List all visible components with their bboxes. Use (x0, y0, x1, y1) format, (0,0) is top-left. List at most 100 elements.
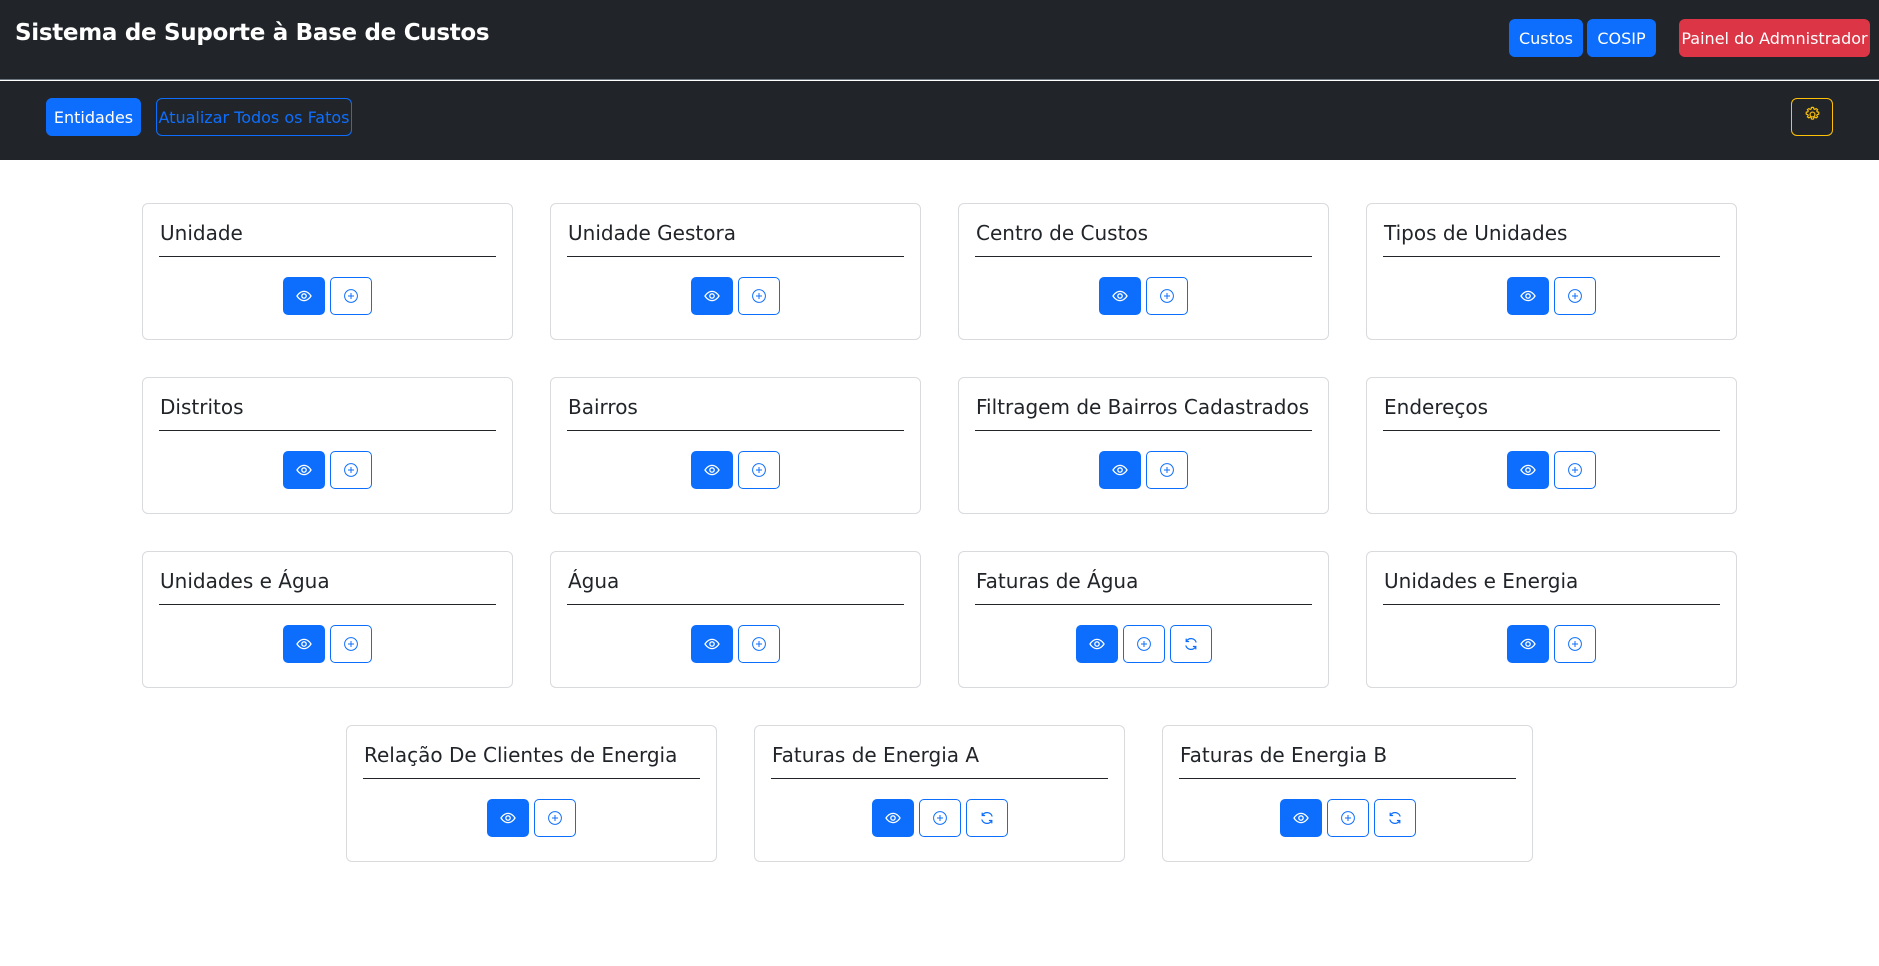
view-button[interactable] (283, 277, 325, 315)
view-icon (1520, 636, 1536, 652)
card-actions (1163, 799, 1532, 837)
view-button[interactable] (691, 451, 733, 489)
entity-card: Relação De Clientes de Energia (346, 725, 717, 862)
entidades-button[interactable]: Entidades (46, 98, 141, 136)
view-button[interactable] (1075, 625, 1118, 663)
add-button[interactable] (738, 625, 780, 663)
view-button[interactable] (1279, 799, 1322, 837)
sync-button[interactable] (1373, 799, 1416, 837)
admin-panel-button[interactable]: Painel do Admnistrador (1679, 19, 1870, 57)
entity-card: Unidade Gestora (550, 203, 921, 340)
add-button[interactable] (1554, 277, 1596, 315)
entity-card: Endereços (1366, 377, 1737, 514)
add-button[interactable] (534, 799, 576, 837)
view-button[interactable] (487, 799, 529, 837)
card-actions (1367, 451, 1736, 489)
entity-card: Tipos de Unidades (1366, 203, 1737, 340)
view-icon (884, 810, 901, 826)
entity-card: Unidades e Energia (1366, 551, 1737, 688)
settings-button[interactable] (1791, 98, 1833, 136)
custos-button[interactable]: Custos (1509, 19, 1583, 57)
add-button[interactable] (738, 451, 780, 489)
card-actions (959, 625, 1328, 663)
card-title: Tipos de Unidades (1383, 221, 1720, 257)
entity-card: Filtragem de Bairros Cadastrados (958, 377, 1329, 514)
view-button[interactable] (1507, 451, 1549, 489)
entity-card: Bairros (550, 377, 921, 514)
view-button[interactable] (691, 277, 733, 315)
view-icon (1112, 462, 1128, 478)
add-icon (547, 810, 563, 826)
card-title: Unidades e Água (159, 569, 496, 605)
view-button[interactable] (1507, 277, 1549, 315)
card-title: Centro de Custos (975, 221, 1312, 257)
view-button[interactable] (1507, 625, 1549, 663)
add-button[interactable] (1554, 625, 1596, 663)
card-title: Água (567, 569, 904, 605)
sync-icon (1183, 636, 1199, 652)
card-actions (143, 451, 512, 489)
entity-card: Faturas de Energia A (754, 725, 1125, 862)
add-button[interactable] (330, 625, 372, 663)
entity-card: Centro de Custos (958, 203, 1329, 340)
cosip-button[interactable]: COSIP (1587, 19, 1656, 57)
add-icon (1159, 288, 1175, 304)
add-icon (751, 462, 767, 478)
card-title: Unidades e Energia (1383, 569, 1720, 605)
entity-card: Faturas de Energia B (1162, 725, 1533, 862)
view-button[interactable] (691, 625, 733, 663)
card-title: Unidade Gestora (567, 221, 904, 257)
add-icon (1567, 462, 1583, 478)
card-actions (551, 451, 920, 489)
add-button[interactable] (1554, 451, 1596, 489)
entity-card: Faturas de Água (958, 551, 1329, 688)
add-icon (1567, 636, 1583, 652)
card-title: Endereços (1383, 395, 1720, 431)
add-icon (343, 636, 359, 652)
card-actions (143, 277, 512, 315)
sync-icon (979, 810, 995, 826)
view-icon (296, 636, 312, 652)
view-button[interactable] (871, 799, 914, 837)
card-actions (959, 277, 1328, 315)
view-icon (296, 288, 312, 304)
view-icon (704, 288, 720, 304)
add-button[interactable] (330, 277, 372, 315)
add-icon (343, 288, 359, 304)
add-icon (1340, 810, 1356, 826)
card-actions (551, 277, 920, 315)
card-title: Faturas de Energia A (771, 743, 1108, 779)
view-button[interactable] (1099, 451, 1141, 489)
card-title: Bairros (567, 395, 904, 431)
add-button[interactable] (1326, 799, 1369, 837)
entity-card: Água (550, 551, 921, 688)
sync-button[interactable] (1169, 625, 1212, 663)
card-actions (143, 625, 512, 663)
add-icon (1567, 288, 1583, 304)
add-button[interactable] (918, 799, 961, 837)
view-icon (500, 810, 516, 826)
atualizar-fatos-button[interactable]: Atualizar Todos os Fatos (156, 98, 352, 136)
card-actions (1367, 625, 1736, 663)
sync-icon (1387, 810, 1403, 826)
add-button[interactable] (1146, 277, 1188, 315)
card-actions (551, 625, 920, 663)
entity-card: Unidades e Água (142, 551, 513, 688)
view-button[interactable] (283, 451, 325, 489)
view-icon (1088, 636, 1105, 652)
card-actions (959, 451, 1328, 489)
sync-button[interactable] (965, 799, 1008, 837)
add-icon (751, 636, 767, 652)
app-title: Sistema de Suporte à Base de Custos (15, 20, 490, 46)
add-button[interactable] (738, 277, 780, 315)
add-button[interactable] (330, 451, 372, 489)
view-icon (704, 636, 720, 652)
add-button[interactable] (1122, 625, 1165, 663)
view-button[interactable] (1099, 277, 1141, 315)
view-button[interactable] (283, 625, 325, 663)
add-icon (751, 288, 767, 304)
add-icon (343, 462, 359, 478)
add-button[interactable] (1146, 451, 1188, 489)
card-title: Faturas de Energia B (1179, 743, 1516, 779)
view-icon (1292, 810, 1309, 826)
